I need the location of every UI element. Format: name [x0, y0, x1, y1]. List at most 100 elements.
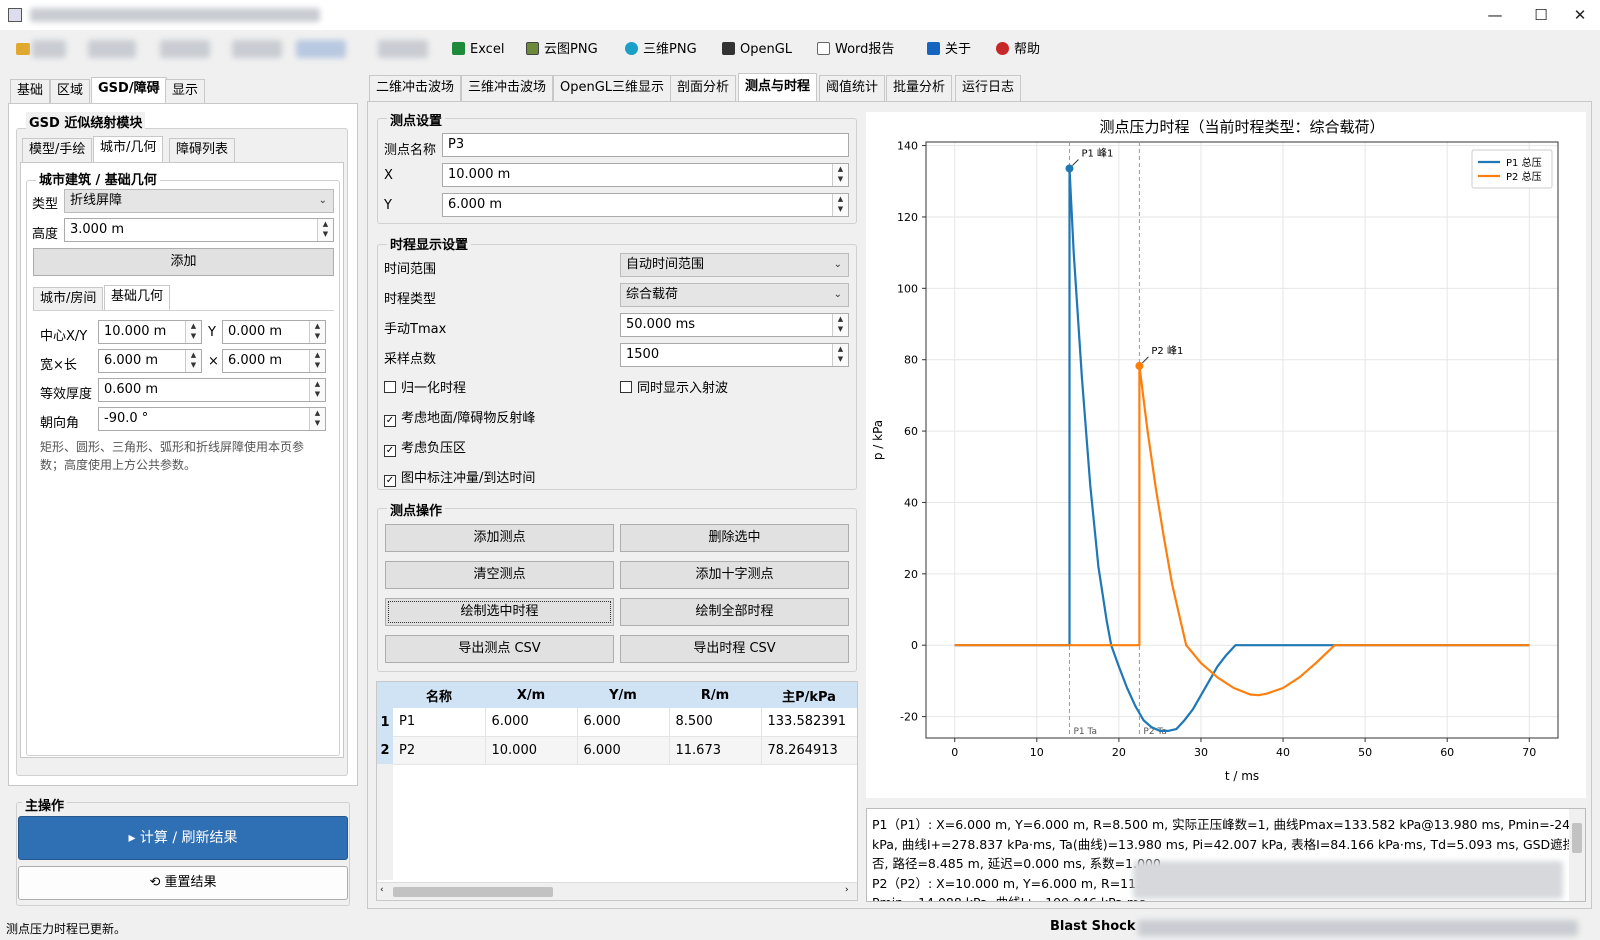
about-button[interactable]: 关于 [927, 40, 971, 60]
manual-tmax-input[interactable]: 50.000 ms ▲ ▼ [620, 313, 849, 337]
opengl-button[interactable]: OpenGL [722, 40, 792, 60]
thickness-input[interactable]: 0.600 m ▲ ▼ [98, 378, 326, 402]
plot-selected-button[interactable]: 绘制选中时程 [385, 598, 614, 626]
plot-all-button[interactable]: 绘制全部时程 [620, 598, 849, 626]
3d-png-button[interactable]: 三维PNG [625, 40, 697, 60]
pressure-history-chart[interactable]: 测点压力时程（当前时程类型：综合载荷） 0 10 20 30 40 50 60 70 -20 0 20… [866, 112, 1586, 798]
cell-r[interactable]: 8.500 [669, 708, 762, 737]
contour-png-button[interactable]: 云图PNG [526, 40, 598, 60]
clear-probes-button[interactable]: 清空测点 [385, 561, 614, 589]
delete-selected-button[interactable]: 删除选中 [620, 524, 849, 552]
folder-icon[interactable] [16, 43, 30, 55]
scrollbar-thumb[interactable] [393, 887, 553, 897]
orientation-spinner[interactable]: ▲ ▼ [309, 408, 325, 430]
length-spinner[interactable]: ▲ ▼ [309, 350, 325, 372]
tab-threshold[interactable]: 阈值统计 [819, 75, 886, 101]
col-x-header[interactable]: X/m [485, 682, 577, 708]
add-cross-probes-button[interactable]: 添加十字测点 [620, 561, 849, 589]
cell-y[interactable]: 6.000 [577, 736, 670, 765]
tab-basic[interactable]: 基础 [10, 79, 51, 103]
probe-x-spinner[interactable]: ▲ ▼ [832, 164, 848, 186]
geo-tab-urban-room[interactable]: 城市/房间 [33, 287, 104, 311]
col-r-header[interactable]: R/m [669, 682, 761, 708]
excel-button[interactable]: Excel [452, 40, 504, 60]
tab-run-log[interactable]: 运行日志 [955, 75, 1022, 101]
close-button[interactable]: ✕ [1560, 0, 1600, 30]
normalize-checkbox[interactable]: 归一化时程 [384, 377, 466, 396]
row-index[interactable]: 2 [377, 736, 393, 764]
tab-gsd-obstacle[interactable]: GSD/障碍 [91, 77, 167, 103]
samples-spinner[interactable]: ▲ ▼ [832, 344, 848, 366]
scroll-right-icon[interactable]: › [845, 885, 849, 895]
center-y-spinner[interactable]: ▲ ▼ [309, 321, 325, 343]
add-probe-button[interactable]: 添加测点 [385, 524, 614, 552]
width-value: 6.000 m [104, 353, 159, 368]
cell-name[interactable]: P1 [393, 708, 486, 737]
col-y-header[interactable]: Y/m [577, 682, 669, 708]
export-probe-csv-button[interactable]: 导出测点 CSV [385, 635, 614, 663]
word-report-button[interactable]: Word报告 [817, 40, 894, 60]
width-spinner[interactable]: ▲ ▼ [185, 350, 201, 372]
table-corner [377, 682, 393, 708]
cell-p[interactable]: 133.582391 [761, 708, 857, 737]
tab-batch[interactable]: 批量分析 [886, 75, 953, 101]
tab-profile[interactable]: 剖面分析 [670, 75, 737, 101]
annotate-checkbox[interactable]: ✓ 图中标注冲量/到达时间 [384, 467, 535, 487]
width-input[interactable]: 6.000 m ▲ ▼ [98, 349, 202, 373]
table-row[interactable]: 2 P2 10.000 6.000 11.673 78.264913 [377, 736, 857, 765]
history-type-select[interactable]: 综合载荷 ⌄ [620, 283, 849, 307]
time-range-select[interactable]: 自动时间范围 ⌄ [620, 253, 849, 277]
show-incident-checkbox[interactable]: 同时显示入射波 [620, 377, 728, 396]
export-history-csv-button[interactable]: 导出时程 CSV [620, 635, 849, 663]
center-x-input[interactable]: 10.000 m ▲ ▼ [98, 320, 202, 344]
tmax-spinner[interactable]: ▲ ▼ [832, 314, 848, 336]
tab-opengl-3d[interactable]: OpenGL三维显示 [553, 75, 672, 101]
probe-name-input[interactable]: P3 [442, 133, 849, 157]
subtab-model-draw[interactable]: 模型/手绘 [22, 138, 93, 162]
center-y-input[interactable]: 0.000 m ▲ ▼ [222, 320, 326, 344]
cell-p[interactable]: 78.264913 [761, 736, 857, 765]
type-select[interactable]: 折线屏障 ⌄ [64, 189, 334, 213]
subtab-obstacle-list[interactable]: 障碍列表 [169, 138, 236, 162]
scroll-left-icon[interactable]: ‹ [380, 885, 384, 895]
orientation-input[interactable]: -90.0 ° ▲ ▼ [98, 407, 326, 431]
table-row[interactable]: 1 P1 6.000 6.000 8.500 133.582391 [377, 708, 857, 737]
cell-y[interactable]: 6.000 [577, 708, 670, 737]
probe-y-spinner[interactable]: ▲ ▼ [832, 194, 848, 216]
compute-refresh-button[interactable]: ▸ 计算 / 刷新结果 [18, 816, 348, 860]
help-button[interactable]: 帮助 [996, 40, 1040, 60]
horizontal-scrollbar[interactable]: ‹ › [377, 882, 857, 900]
minimize-button[interactable]: — [1472, 0, 1518, 30]
col-p-header[interactable]: 主P/kPa [761, 682, 857, 708]
add-geometry-button[interactable]: 添加 [33, 248, 334, 276]
vertical-scrollbar[interactable] [1569, 809, 1585, 901]
negative-phase-checkbox[interactable]: ✓ 考虑负压区 [384, 437, 466, 457]
tab-2d-field[interactable]: 二维冲击波场 [369, 75, 462, 101]
thickness-spinner[interactable]: ▲ ▼ [309, 379, 325, 401]
samples-input[interactable]: 1500 ▲ ▼ [620, 343, 849, 367]
row-index[interactable]: 1 [377, 708, 393, 736]
length-input[interactable]: 6.000 m ▲ ▼ [222, 349, 326, 373]
subtab-urban-geometry[interactable]: 城市/几何 [93, 136, 164, 162]
excel-label: Excel [470, 42, 505, 57]
center-x-spinner[interactable]: ▲ ▼ [185, 321, 201, 343]
col-name-header[interactable]: 名称 [393, 682, 485, 708]
height-spinner[interactable]: ▲ ▼ [317, 219, 333, 241]
reset-results-button[interactable]: ⟲ 重置结果 [18, 866, 348, 900]
reflection-checkbox[interactable]: ✓ 考虑地面/障碍物反射峰 [384, 407, 535, 427]
scrollbar-thumb[interactable] [1572, 823, 1582, 853]
tab-display[interactable]: 显示 [165, 79, 206, 103]
probe-y-input[interactable]: 6.000 m ▲ ▼ [442, 193, 849, 217]
cell-name[interactable]: P2 [393, 736, 486, 765]
maximize-button[interactable]: ☐ [1518, 0, 1564, 30]
tab-3d-field[interactable]: 三维冲击波场 [461, 75, 554, 101]
height-input[interactable]: 3.000 m ▲ ▼ [64, 218, 334, 242]
tab-probe-history[interactable]: 测点与时程 [738, 73, 818, 101]
cell-x[interactable]: 6.000 [485, 708, 578, 737]
cell-r[interactable]: 11.673 [669, 736, 762, 765]
cell-x[interactable]: 10.000 [485, 736, 578, 765]
geo-tab-basic-geometry[interactable]: 基础几何 [104, 285, 171, 311]
probe-info-textbox[interactable]: P1（P1）: X=6.000 m, Y=6.000 m, R=8.500 m,… [866, 808, 1586, 902]
tab-region[interactable]: 区域 [50, 79, 91, 103]
probe-x-input[interactable]: 10.000 m ▲ ▼ [442, 163, 849, 187]
